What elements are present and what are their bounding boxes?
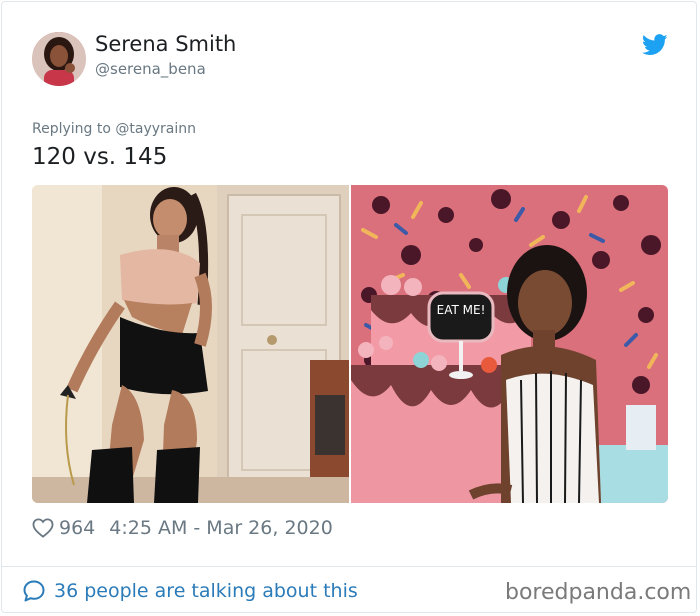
footer-divider xyxy=(1,566,697,567)
avatar[interactable] xyxy=(32,32,86,86)
user-handle[interactable]: @serena_bena xyxy=(95,60,206,78)
photo-before-image xyxy=(32,185,349,503)
speech-bubble-icon xyxy=(23,580,45,602)
tweet-meta: 964 4:25 AM - Mar 26, 2020 xyxy=(32,515,333,541)
photo-after-image: EAT ME! xyxy=(351,185,668,503)
tweet-timestamp[interactable]: 4:25 AM - Mar 26, 2020 xyxy=(109,517,333,539)
user-display-name[interactable]: Serena Smith xyxy=(95,32,236,56)
tweet-photo-after[interactable]: EAT ME! xyxy=(351,185,668,503)
twitter-bird-icon[interactable] xyxy=(642,34,668,56)
like-count[interactable]: 964 xyxy=(59,517,95,539)
replying-to-link[interactable]: Replying to @tayyrainn xyxy=(32,121,196,137)
conversation-text[interactable]: 36 people are talking about this xyxy=(54,580,358,602)
tweet-text: 120 vs. 145 xyxy=(32,144,168,170)
watermark: boredpanda.com xyxy=(505,580,692,605)
tweet-photo-before[interactable] xyxy=(32,185,349,503)
conversation-link[interactable]: 36 people are talking about this xyxy=(22,577,358,605)
avatar-photo xyxy=(32,32,86,86)
eat-me-sign: EAT ME! xyxy=(437,303,486,317)
heart-icon[interactable] xyxy=(32,518,54,538)
